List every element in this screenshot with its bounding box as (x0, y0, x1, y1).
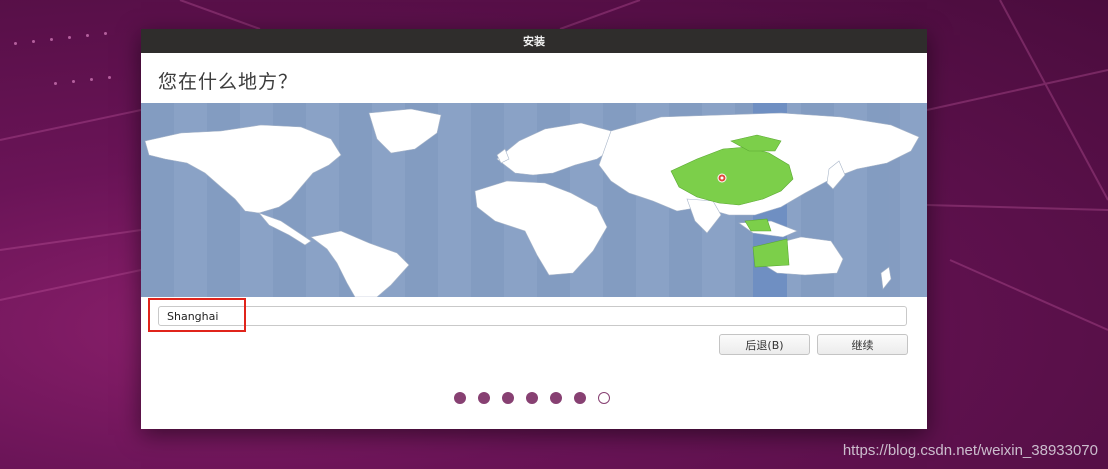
watermark-text: https://blog.csdn.net/weixin_38933070 (842, 442, 1098, 459)
location-marker-icon (717, 173, 727, 183)
page-title: 您在什么地方？ (158, 71, 299, 93)
progress-dot-7 (598, 392, 610, 404)
installer-window: 安装 您在什么地方？ Shanghai 后退(B) 继续 (141, 29, 927, 429)
window-titlebar[interactable]: 安装 (141, 29, 927, 53)
progress-dot-6 (574, 392, 586, 404)
progress-dot-5 (550, 392, 562, 404)
location-input[interactable] (158, 306, 907, 326)
continue-button[interactable]: 继续 (817, 334, 908, 355)
step-progress-indicator (454, 392, 610, 404)
progress-dot-1 (454, 392, 466, 404)
timezone-map[interactable] (141, 103, 927, 297)
progress-dot-2 (478, 392, 490, 404)
window-title: 安装 (523, 35, 545, 48)
back-button[interactable]: 后退(B) (719, 334, 810, 355)
progress-dot-4 (526, 392, 538, 404)
progress-dot-3 (502, 392, 514, 404)
